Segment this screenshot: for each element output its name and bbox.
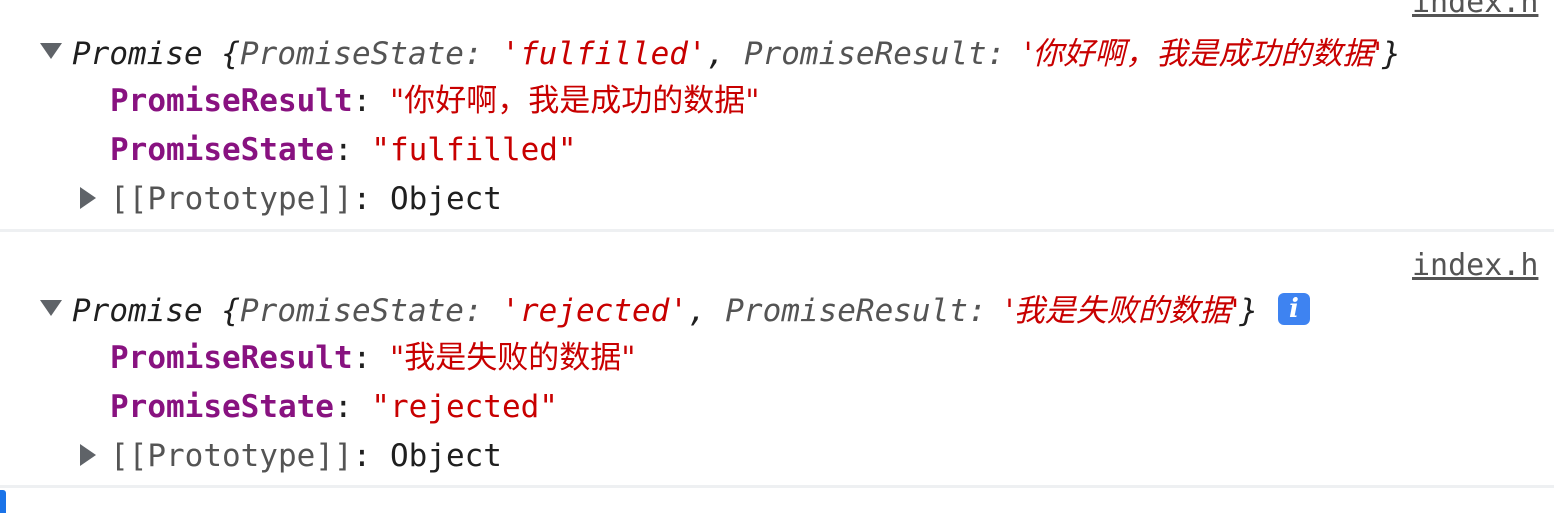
summary-colon: : [986,35,1024,72]
summary-comma: , [687,292,726,329]
property-key: PromiseResult [110,83,353,119]
summary-state-value: 'fulfilled' [501,35,707,72]
property-separator: : [352,438,390,474]
property-separator: : [352,340,390,376]
property-row-promise-state: PromiseState: "fulfilled" [110,128,577,172]
summary-colon: : [463,35,502,72]
summary-comma: , [706,35,744,72]
prototype-value: Object [389,438,502,474]
source-link[interactable]: index.h [1412,246,1554,286]
prototype-key: [[Prototype]] [110,181,353,217]
console-message-fulfilled: index.h Promise {PromiseState: 'fulfille… [0,0,1554,232]
object-type-name: Promise [72,35,203,72]
property-key: PromiseState [110,132,334,168]
expand-triangle-down-icon[interactable] [40,42,62,59]
open-brace: { [221,35,240,72]
summary-result-value: '我是失败的数据' [1005,292,1240,329]
summary-colon: : [463,292,502,329]
close-brace: } [1381,35,1401,72]
property-separator: : [333,132,372,168]
close-brace: } [1239,292,1258,329]
prototype-key: [[Prototype]] [110,438,353,474]
prototype-row[interactable]: [[Prototype]]: Object [80,434,502,478]
prototype-value: Object [389,181,502,217]
property-separator: : [352,83,390,119]
property-key: PromiseResult [110,340,353,376]
object-summary[interactable]: Promise {PromiseState: 'fulfilled', Prom… [40,30,1401,74]
property-row-promise-state: PromiseState: "rejected" [110,385,558,429]
open-brace: { [221,292,240,329]
property-separator: : [333,389,372,425]
summary-result-key: PromiseResult [725,292,968,329]
property-value: "rejected" [371,389,558,425]
property-separator: : [352,181,390,217]
summary-state-key: PromiseState [240,35,464,72]
source-link[interactable]: index.h [1412,0,1554,22]
expand-triangle-down-icon[interactable] [40,299,62,316]
object-summary[interactable]: Promise {PromiseState: 'rejected', Promi… [40,287,1310,331]
summary-colon: : [967,292,1006,329]
property-key: PromiseState [110,389,334,425]
property-value: "你好啊，我是成功的数据" [389,83,760,119]
property-value: "我是失败的数据" [389,340,636,376]
summary-state-key: PromiseState [240,292,464,329]
property-value: "fulfilled" [371,132,577,168]
summary-result-value: '你好啊，我是成功的数据' [1023,35,1382,72]
prototype-row[interactable]: [[Prototype]]: Object [80,177,502,221]
info-icon[interactable]: i [1277,292,1310,325]
summary-state-value: 'rejected' [501,292,688,329]
property-row-promise-result: PromiseResult: "你好啊，我是成功的数据" [110,79,760,123]
summary-result-key: PromiseResult [743,35,987,72]
expand-triangle-right-icon[interactable] [80,443,96,466]
object-type-name: Promise [72,292,203,329]
property-row-promise-result: PromiseResult: "我是失败的数据" [110,336,636,380]
console-message-rejected: index.h Promise {PromiseState: 'rejected… [0,232,1554,488]
console-prompt-caret[interactable] [0,490,6,513]
expand-triangle-right-icon[interactable] [80,186,96,209]
